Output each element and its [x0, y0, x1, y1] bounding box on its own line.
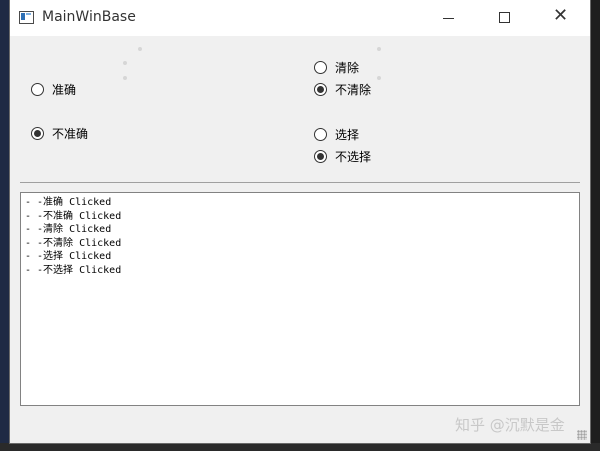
resize-grip-icon[interactable]	[577, 430, 587, 440]
radio-button-indicator[interactable]	[31, 82, 44, 96]
radio-label: 不清除	[335, 82, 372, 97]
decorative-dot	[377, 76, 381, 80]
log-line: - -准确 Clicked	[25, 197, 112, 208]
radio-label: 不选择	[335, 149, 372, 164]
window-title: MainWinBase	[42, 9, 136, 25]
horizontal-separator	[20, 182, 580, 183]
log-text-area[interactable]: - -准确 Clicked - -不准确 Clicked - -清除 Click…	[20, 192, 580, 406]
desktop-taskbar-strip	[0, 443, 600, 451]
maximize-button[interactable]	[482, 0, 528, 36]
radio-label: 准确	[52, 82, 77, 97]
radio-select[interactable]: 选择	[314, 125, 359, 143]
decorative-dot	[138, 47, 142, 51]
radio-not-select[interactable]: 不选择	[314, 147, 371, 165]
radio-button-indicator[interactable]	[314, 127, 327, 141]
radio-label: 不准确	[52, 126, 89, 141]
decorative-dot	[377, 47, 381, 51]
radio-not-clear[interactable]: 不清除	[314, 80, 371, 98]
radio-not-accurate[interactable]: 不准确	[31, 124, 88, 142]
log-line: - -不准确 Clicked	[25, 210, 122, 222]
decorative-dot	[123, 61, 127, 65]
log-line: - -不选择 Clicked	[25, 264, 122, 276]
radio-label: 清除	[335, 60, 360, 75]
maximize-icon	[499, 12, 510, 23]
minimize-icon	[443, 18, 454, 19]
app-window-icon	[19, 11, 34, 24]
log-line: - -选择 Clicked	[25, 251, 112, 263]
radio-button-indicator[interactable]	[31, 126, 44, 140]
main-window: MainWinBase ✕ 准确 不准确 清除 不清除 选择 不选择 - -准确…	[10, 0, 590, 443]
watermark-text: 知乎 @沉默是金	[455, 416, 565, 434]
radio-accurate[interactable]: 准确	[31, 80, 76, 98]
log-line: - -不清除 Clicked	[25, 237, 122, 249]
log-line: - -清除 Clicked	[25, 224, 112, 236]
title-bar[interactable]: MainWinBase ✕	[10, 0, 590, 36]
radio-button-indicator[interactable]	[314, 60, 327, 74]
close-icon: ✕	[553, 5, 569, 26]
close-button[interactable]: ✕	[538, 0, 584, 36]
minimize-button[interactable]	[426, 0, 472, 36]
radio-button-indicator[interactable]	[314, 149, 327, 163]
radio-label: 选择	[335, 127, 360, 142]
radio-button-indicator[interactable]	[314, 82, 327, 96]
decorative-dot	[123, 76, 127, 80]
radio-clear[interactable]: 清除	[314, 58, 359, 76]
